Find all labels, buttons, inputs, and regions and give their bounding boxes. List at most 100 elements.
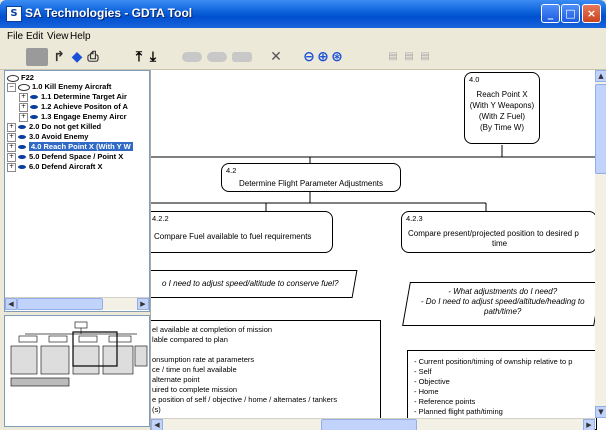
tree-item-label: 1.2 Achieve Positon of A: [41, 102, 128, 111]
node-bullet-icon: [18, 164, 26, 169]
tree-item-label: 4.0 Reach Point X (With Y W: [29, 142, 133, 151]
title-bar[interactable]: S SA Technologies - GDTA Tool _ □ ×: [0, 0, 606, 28]
close-button[interactable]: ×: [582, 4, 601, 23]
zoom-fit-icon[interactable]: ⊛: [330, 48, 344, 66]
expand-icon[interactable]: +: [7, 122, 16, 132]
goal-tree[interactable]: F22 − 1.0 Kill Enemy Aircraft +1.1 Determ…: [4, 70, 150, 312]
menu-view[interactable]: View: [47, 31, 69, 42]
goal-id: 4.0: [469, 75, 480, 84]
menu-help[interactable]: Help: [70, 31, 91, 42]
tree-item[interactable]: +5.0 Defend Space / Point X: [7, 152, 123, 162]
tree-item-label: 1.3 Engage Enemy Aircr: [41, 112, 127, 121]
diagram-overview[interactable]: [4, 315, 150, 427]
goal-line: (With Z Fuel): [478, 112, 526, 121]
task-node-right[interactable]: 4.2.3 Compare present/projected position…: [401, 211, 597, 253]
indent-icon[interactable]: [182, 52, 202, 62]
move-up-icon[interactable]: ⤒: [132, 48, 146, 66]
requirement-item: e position of self / objective / home / …: [152, 395, 338, 404]
frame-icon[interactable]: [232, 52, 252, 62]
new-icon[interactable]: [26, 48, 48, 66]
node-bullet-icon: [18, 124, 26, 129]
scroll-left-icon[interactable]: ◀: [5, 298, 17, 310]
overview-thumbnail: [10, 321, 148, 387]
scroll-thumb[interactable]: [321, 419, 417, 430]
canvas-hscrollbar[interactable]: ◀ ▶: [151, 418, 595, 430]
tree-item-label: 5.0 Defend Space / Point X: [29, 152, 124, 161]
decision-left[interactable]: o I need to adjust speed/altitude to con…: [151, 270, 358, 298]
node-outline-icon: [18, 83, 30, 91]
window-title: SA Technologies - GDTA Tool: [25, 6, 193, 20]
requirement-item: alternate point: [152, 375, 200, 384]
subgoal-node[interactable]: 4.2 Determine Flight Parameter Adjustmen…: [221, 163, 401, 192]
print-icon[interactable]: ⎙: [85, 48, 101, 66]
toolbar: ↱ ◆ ⎙ ⤒ ⤓ ✕ ⊖ ⊕ ⊛ ▤ ▤ ▤: [0, 45, 606, 70]
expand-icon[interactable]: +: [19, 92, 28, 102]
outdent-icon[interactable]: [207, 52, 227, 62]
cut-icon[interactable]: ▤: [420, 48, 430, 66]
tree-item-selected[interactable]: +4.0 Reach Point X (With Y W: [7, 142, 133, 152]
requirement-item: el available at completion of mission: [152, 325, 273, 334]
minimize-button[interactable]: _: [541, 4, 560, 23]
requirement-item: - Current position/timing of ownship rel…: [414, 357, 573, 366]
app-window: S SA Technologies - GDTA Tool _ □ × File…: [0, 0, 606, 430]
tree-item-label: 6.0 Defend Aircraft X: [29, 162, 103, 171]
tree-hscrollbar[interactable]: ◀ ▶: [5, 297, 149, 310]
subgoal-id: 4.2: [226, 166, 237, 175]
menu-file[interactable]: File: [7, 31, 23, 42]
add-node-icon[interactable]: ↱: [50, 48, 68, 66]
tree-item[interactable]: − 1.0 Kill Enemy Aircraft: [7, 82, 111, 92]
requirement-item: onsumption rate at parameters: [152, 355, 255, 364]
requirements-left[interactable]: el available at completion of mission la…: [151, 320, 381, 430]
zoom-out-icon[interactable]: ⊖: [302, 48, 316, 66]
menu-edit[interactable]: Edit: [26, 31, 43, 42]
node-bullet-icon: [30, 114, 38, 119]
expand-icon[interactable]: +: [7, 162, 16, 172]
goal-line: (By Time W): [480, 123, 524, 132]
tree-item[interactable]: +3.0 Avoid Enemy: [7, 132, 88, 142]
maximize-button[interactable]: □: [561, 4, 580, 23]
expand-icon[interactable]: +: [7, 142, 16, 152]
decision-right[interactable]: - What adjustments do I need? - Do I nee…: [402, 282, 602, 326]
zoom-in-icon[interactable]: ⊕: [316, 48, 330, 66]
task-left-label: Compare Fuel available to fuel requireme…: [154, 232, 312, 241]
diagram-canvas[interactable]: 4.0 Reach Point X (With Y Weapons) (With…: [150, 70, 606, 430]
scroll-thumb[interactable]: [17, 298, 103, 310]
expand-icon[interactable]: +: [7, 152, 16, 162]
scroll-down-icon[interactable]: ▼: [595, 406, 606, 418]
canvas-vscrollbar[interactable]: ▲ ▼: [595, 70, 606, 418]
subgoal-label: Determine Flight Parameter Adjustments: [238, 179, 384, 188]
expand-icon[interactable]: +: [7, 132, 16, 142]
expand-icon[interactable]: +: [19, 102, 28, 112]
paste-icon[interactable]: ▤: [404, 48, 414, 66]
task-right-label: Compare present/projected position to de…: [408, 229, 579, 238]
task-node-left[interactable]: 4.2.2 Compare Fuel available to fuel req…: [151, 211, 333, 253]
move-down-icon[interactable]: ⤓: [146, 48, 160, 66]
root-icon: [7, 74, 19, 82]
scroll-up-icon[interactable]: ▲: [595, 70, 606, 82]
decision-right-line: path/time?: [484, 307, 522, 316]
tree-item[interactable]: +1.2 Achieve Positon of A: [19, 102, 128, 112]
scroll-right-icon[interactable]: ▶: [137, 298, 149, 310]
tree-item[interactable]: +1.1 Determine Target Air: [19, 92, 127, 102]
tree-item-label: 2.0 Do not get Killed: [29, 122, 102, 131]
collapse-icon[interactable]: −: [7, 82, 16, 92]
scroll-thumb[interactable]: [595, 84, 606, 174]
copy-icon[interactable]: ▤: [388, 48, 398, 66]
tree-item-label: 3.0 Avoid Enemy: [29, 132, 89, 141]
tree-item[interactable]: +2.0 Do not get Killed: [7, 122, 101, 132]
requirement-item: uired to complete mission: [152, 385, 238, 394]
task-right-id: 4.2.3: [406, 214, 423, 223]
expand-icon[interactable]: +: [19, 112, 28, 122]
delete-icon[interactable]: ✕: [268, 48, 284, 66]
goal-node[interactable]: 4.0 Reach Point X (With Y Weapons) (With…: [464, 72, 540, 144]
requirement-item: - Objective: [414, 377, 450, 386]
node-bullet-icon: [18, 144, 26, 149]
scroll-left-icon[interactable]: ◀: [151, 419, 163, 430]
scroll-right-icon[interactable]: ▶: [583, 419, 595, 430]
tree-item[interactable]: +1.3 Engage Enemy Aircr: [19, 112, 127, 122]
node-bullet-icon: [30, 94, 38, 99]
tree-root[interactable]: F22: [7, 73, 34, 82]
goal-line: (With Y Weapons): [469, 101, 535, 110]
node-icon[interactable]: ◆: [70, 48, 84, 66]
tree-item[interactable]: +6.0 Defend Aircraft X: [7, 162, 103, 172]
